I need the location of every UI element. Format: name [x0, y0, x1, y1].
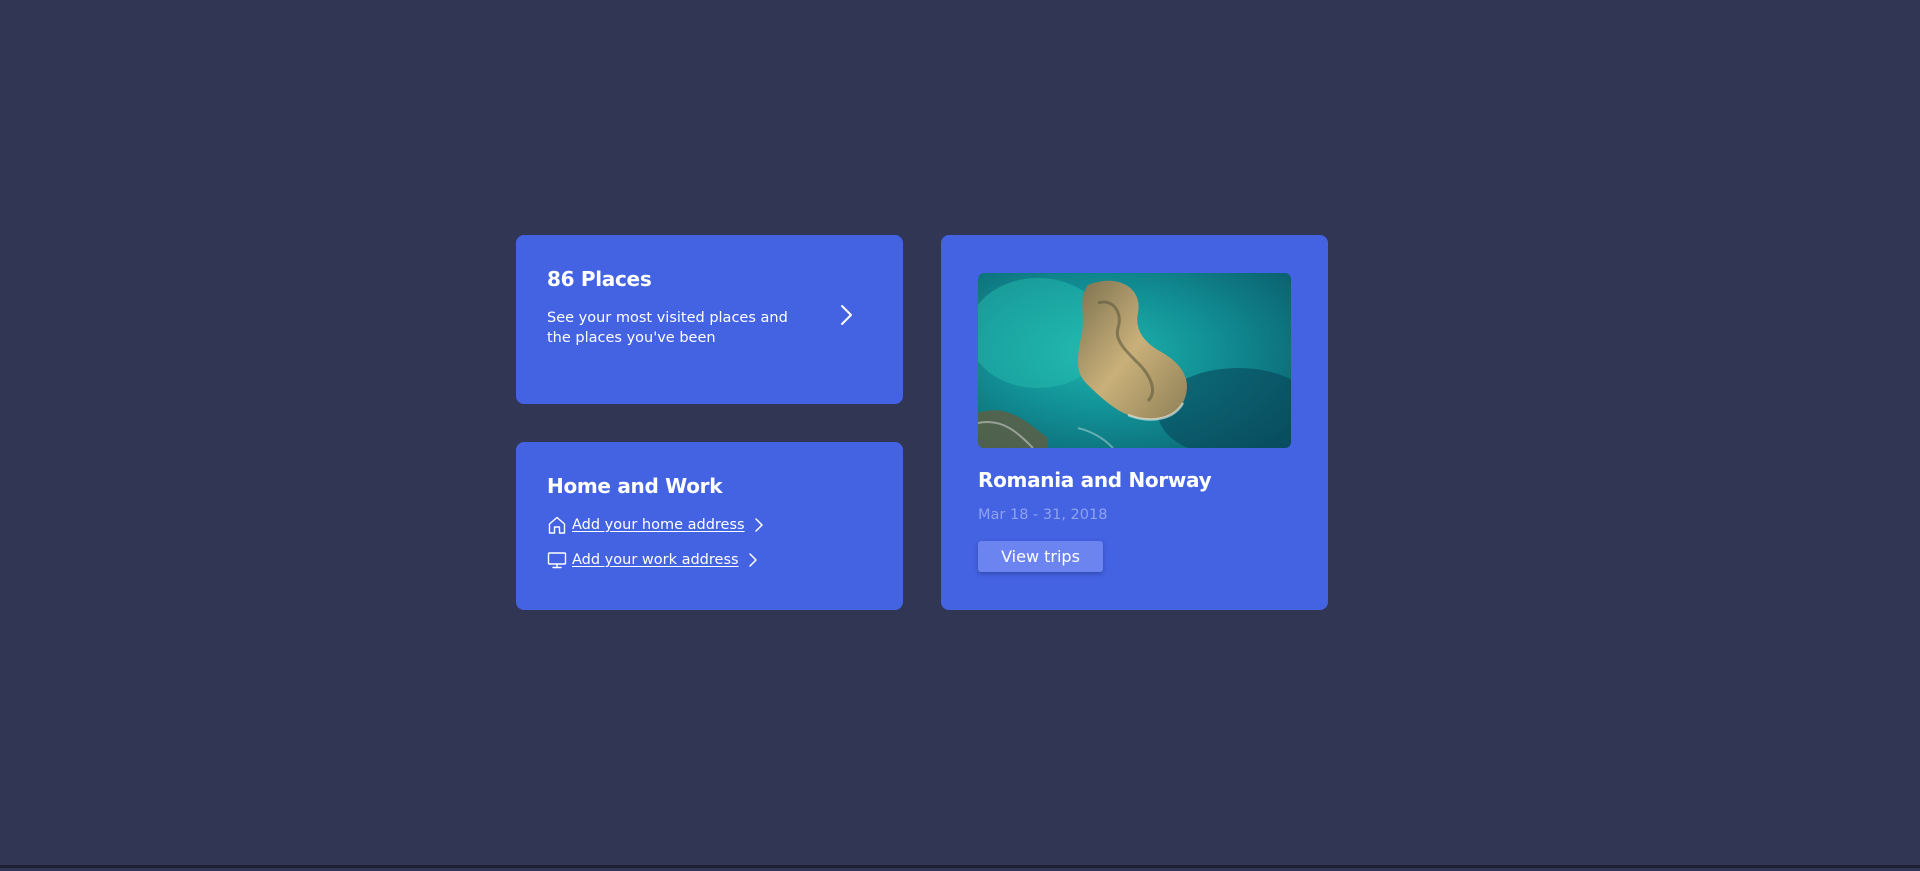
- view-trips-button[interactable]: View trips: [978, 541, 1103, 572]
- trip-card: Romania and Norway Mar 18 - 31, 2018 Vie…: [941, 235, 1328, 610]
- add-home-address-link[interactable]: Add your home address: [547, 515, 765, 535]
- home-work-card: Home and Work Add your home address Add …: [516, 442, 903, 610]
- aerial-island-photo: [978, 273, 1291, 448]
- trip-dates: Mar 18 - 31, 2018: [978, 507, 1108, 523]
- add-work-address-label[interactable]: Add your work address: [572, 552, 739, 568]
- add-work-address-link[interactable]: Add your work address: [547, 550, 759, 570]
- places-title: 86 Places: [547, 267, 652, 291]
- add-home-address-label[interactable]: Add your home address: [572, 517, 745, 533]
- monitor-icon: [547, 550, 567, 570]
- places-description: See your most visited places and the pla…: [547, 310, 788, 346]
- bottom-strip: [0, 865, 1920, 868]
- chevron-right-icon[interactable]: [834, 303, 858, 327]
- trip-title: Romania and Norway: [978, 468, 1212, 492]
- chevron-right-icon: [747, 552, 759, 568]
- page: 86 Places See your most visited places a…: [0, 0, 1920, 868]
- chevron-right-icon: [753, 517, 765, 533]
- places-card[interactable]: 86 Places See your most visited places a…: [516, 235, 903, 404]
- home-work-title: Home and Work: [547, 474, 723, 498]
- home-icon: [547, 515, 567, 535]
